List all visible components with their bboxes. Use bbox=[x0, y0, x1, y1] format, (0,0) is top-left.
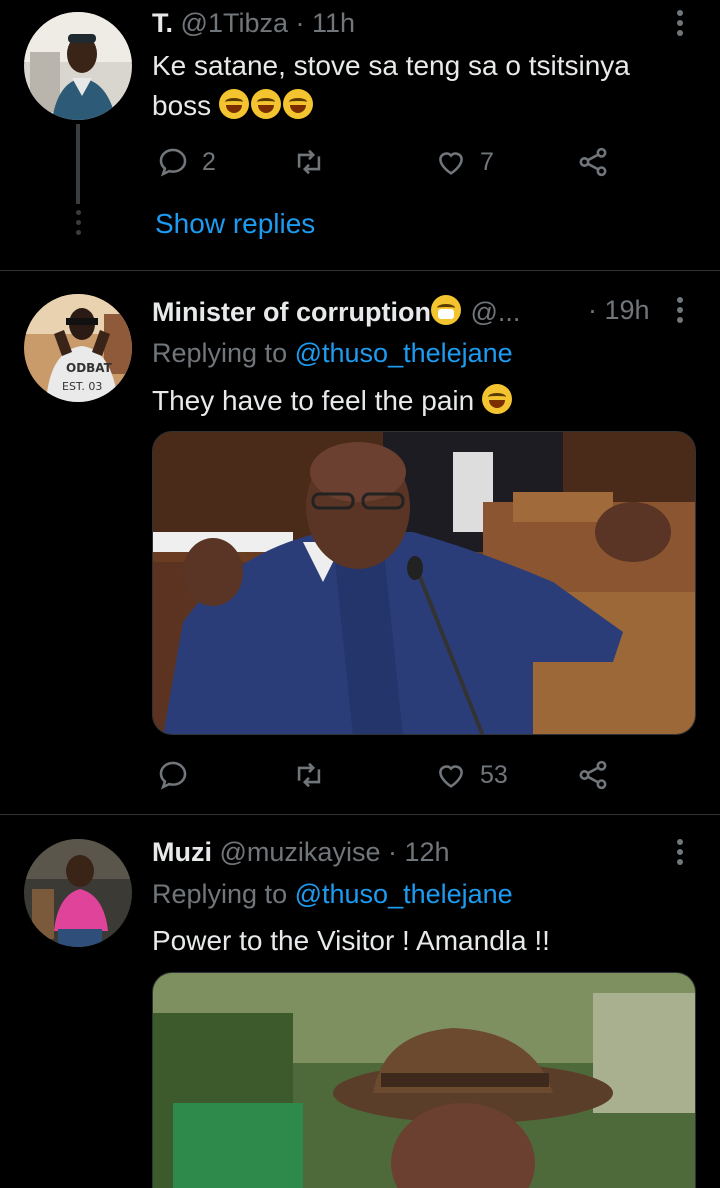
like-button[interactable]: 7 bbox=[434, 142, 494, 182]
svg-text:ODBAT: ODBAT bbox=[66, 361, 113, 375]
reply-button[interactable]: 2 bbox=[156, 142, 216, 182]
share-icon bbox=[579, 760, 607, 790]
retweet-button[interactable] bbox=[292, 755, 338, 795]
like-count: 7 bbox=[480, 147, 494, 176]
like-icon bbox=[439, 765, 463, 788]
retweet-icon bbox=[297, 149, 321, 175]
thread-dots bbox=[73, 210, 83, 240]
user-handle[interactable]: @1Tibza bbox=[181, 8, 288, 38]
tweet-text: They have to feel the pain bbox=[152, 381, 680, 421]
reply-count: 2 bbox=[202, 147, 216, 176]
timestamp[interactable]: · 11h bbox=[296, 8, 356, 38]
show-replies-link[interactable]: Show replies bbox=[155, 208, 315, 240]
face-with-mask-emoji-icon bbox=[431, 295, 461, 325]
tweet-header: Minister of corruption @... bbox=[152, 295, 648, 331]
user-handle[interactable]: @muzikayise bbox=[220, 837, 381, 867]
tweet-text-body: They have to feel the pain bbox=[152, 385, 475, 416]
reply-icon bbox=[159, 148, 187, 177]
mention-link[interactable]: @thuso_thelejane bbox=[295, 879, 513, 909]
tweet-2[interactable]: ODBAT EST. 03 Minister of corruption @..… bbox=[0, 271, 720, 814]
replying-to: Replying to @thuso_thelejane bbox=[152, 338, 513, 369]
like-icon bbox=[439, 152, 463, 175]
tears-of-joy-emoji-icon bbox=[250, 89, 281, 119]
svg-text:EST. 03: EST. 03 bbox=[62, 380, 102, 393]
replying-to: Replying to @thuso_thelejane bbox=[152, 879, 513, 910]
tweet-actions: 53 bbox=[152, 755, 622, 795]
photo-image bbox=[153, 432, 695, 734]
tweet-text: Ke satane, stove sa teng sa o tsitsinya … bbox=[152, 46, 680, 126]
reply-button[interactable] bbox=[156, 755, 202, 795]
tweet-header: Muzi @muzikayise · 12h bbox=[152, 837, 660, 873]
timestamp[interactable]: · 19h bbox=[588, 295, 650, 326]
rolling-laughing-emoji-icon bbox=[482, 384, 512, 414]
avatar[interactable]: ODBAT EST. 03 bbox=[24, 294, 132, 402]
reply-icon bbox=[159, 761, 187, 790]
tweet-photo[interactable] bbox=[152, 972, 696, 1188]
tears-of-joy-emoji-icon bbox=[218, 89, 249, 119]
display-name[interactable]: Minister of corruption bbox=[152, 297, 431, 327]
more-icon[interactable] bbox=[676, 10, 684, 42]
avatar[interactable] bbox=[24, 12, 132, 120]
more-icon[interactable] bbox=[676, 297, 684, 329]
display-name[interactable]: Muzi bbox=[152, 837, 212, 867]
share-icon bbox=[579, 147, 607, 177]
like-count: 53 bbox=[480, 760, 508, 789]
user-handle[interactable]: @... bbox=[471, 297, 521, 327]
tweet-3[interactable]: Muzi @muzikayise · 12h Replying to @thus… bbox=[0, 815, 720, 1188]
replying-to-label: Replying to bbox=[152, 338, 288, 368]
mention-link[interactable]: @thuso_thelejane bbox=[295, 338, 513, 368]
thread-line bbox=[76, 124, 80, 204]
tears-of-joy-emoji-icon bbox=[282, 89, 313, 119]
tweet-photo[interactable] bbox=[152, 431, 696, 735]
share-button[interactable] bbox=[576, 142, 610, 182]
tweet-text-body: Power to the Visitor ! Amandla !! bbox=[152, 925, 550, 956]
tweet-text: Power to the Visitor ! Amandla !! bbox=[152, 921, 680, 961]
display-name[interactable]: T. bbox=[152, 8, 173, 38]
tweet-actions: 2 7 bbox=[152, 142, 622, 182]
retweet-icon bbox=[297, 762, 321, 788]
avatar[interactable] bbox=[24, 839, 132, 947]
photo-image bbox=[153, 973, 695, 1188]
laughing-emoji-group bbox=[218, 89, 315, 121]
tweet-1[interactable]: T. @1Tibza · 11h Ke satane, stove sa ten… bbox=[0, 0, 720, 270]
more-icon[interactable] bbox=[676, 839, 684, 871]
timestamp[interactable]: · 12h bbox=[388, 837, 450, 867]
share-button[interactable] bbox=[576, 755, 610, 795]
retweet-button[interactable] bbox=[292, 142, 338, 182]
like-button[interactable]: 53 bbox=[434, 755, 508, 795]
tweet-header: T. @1Tibza · 11h bbox=[152, 8, 660, 44]
replying-to-label: Replying to bbox=[152, 879, 288, 909]
